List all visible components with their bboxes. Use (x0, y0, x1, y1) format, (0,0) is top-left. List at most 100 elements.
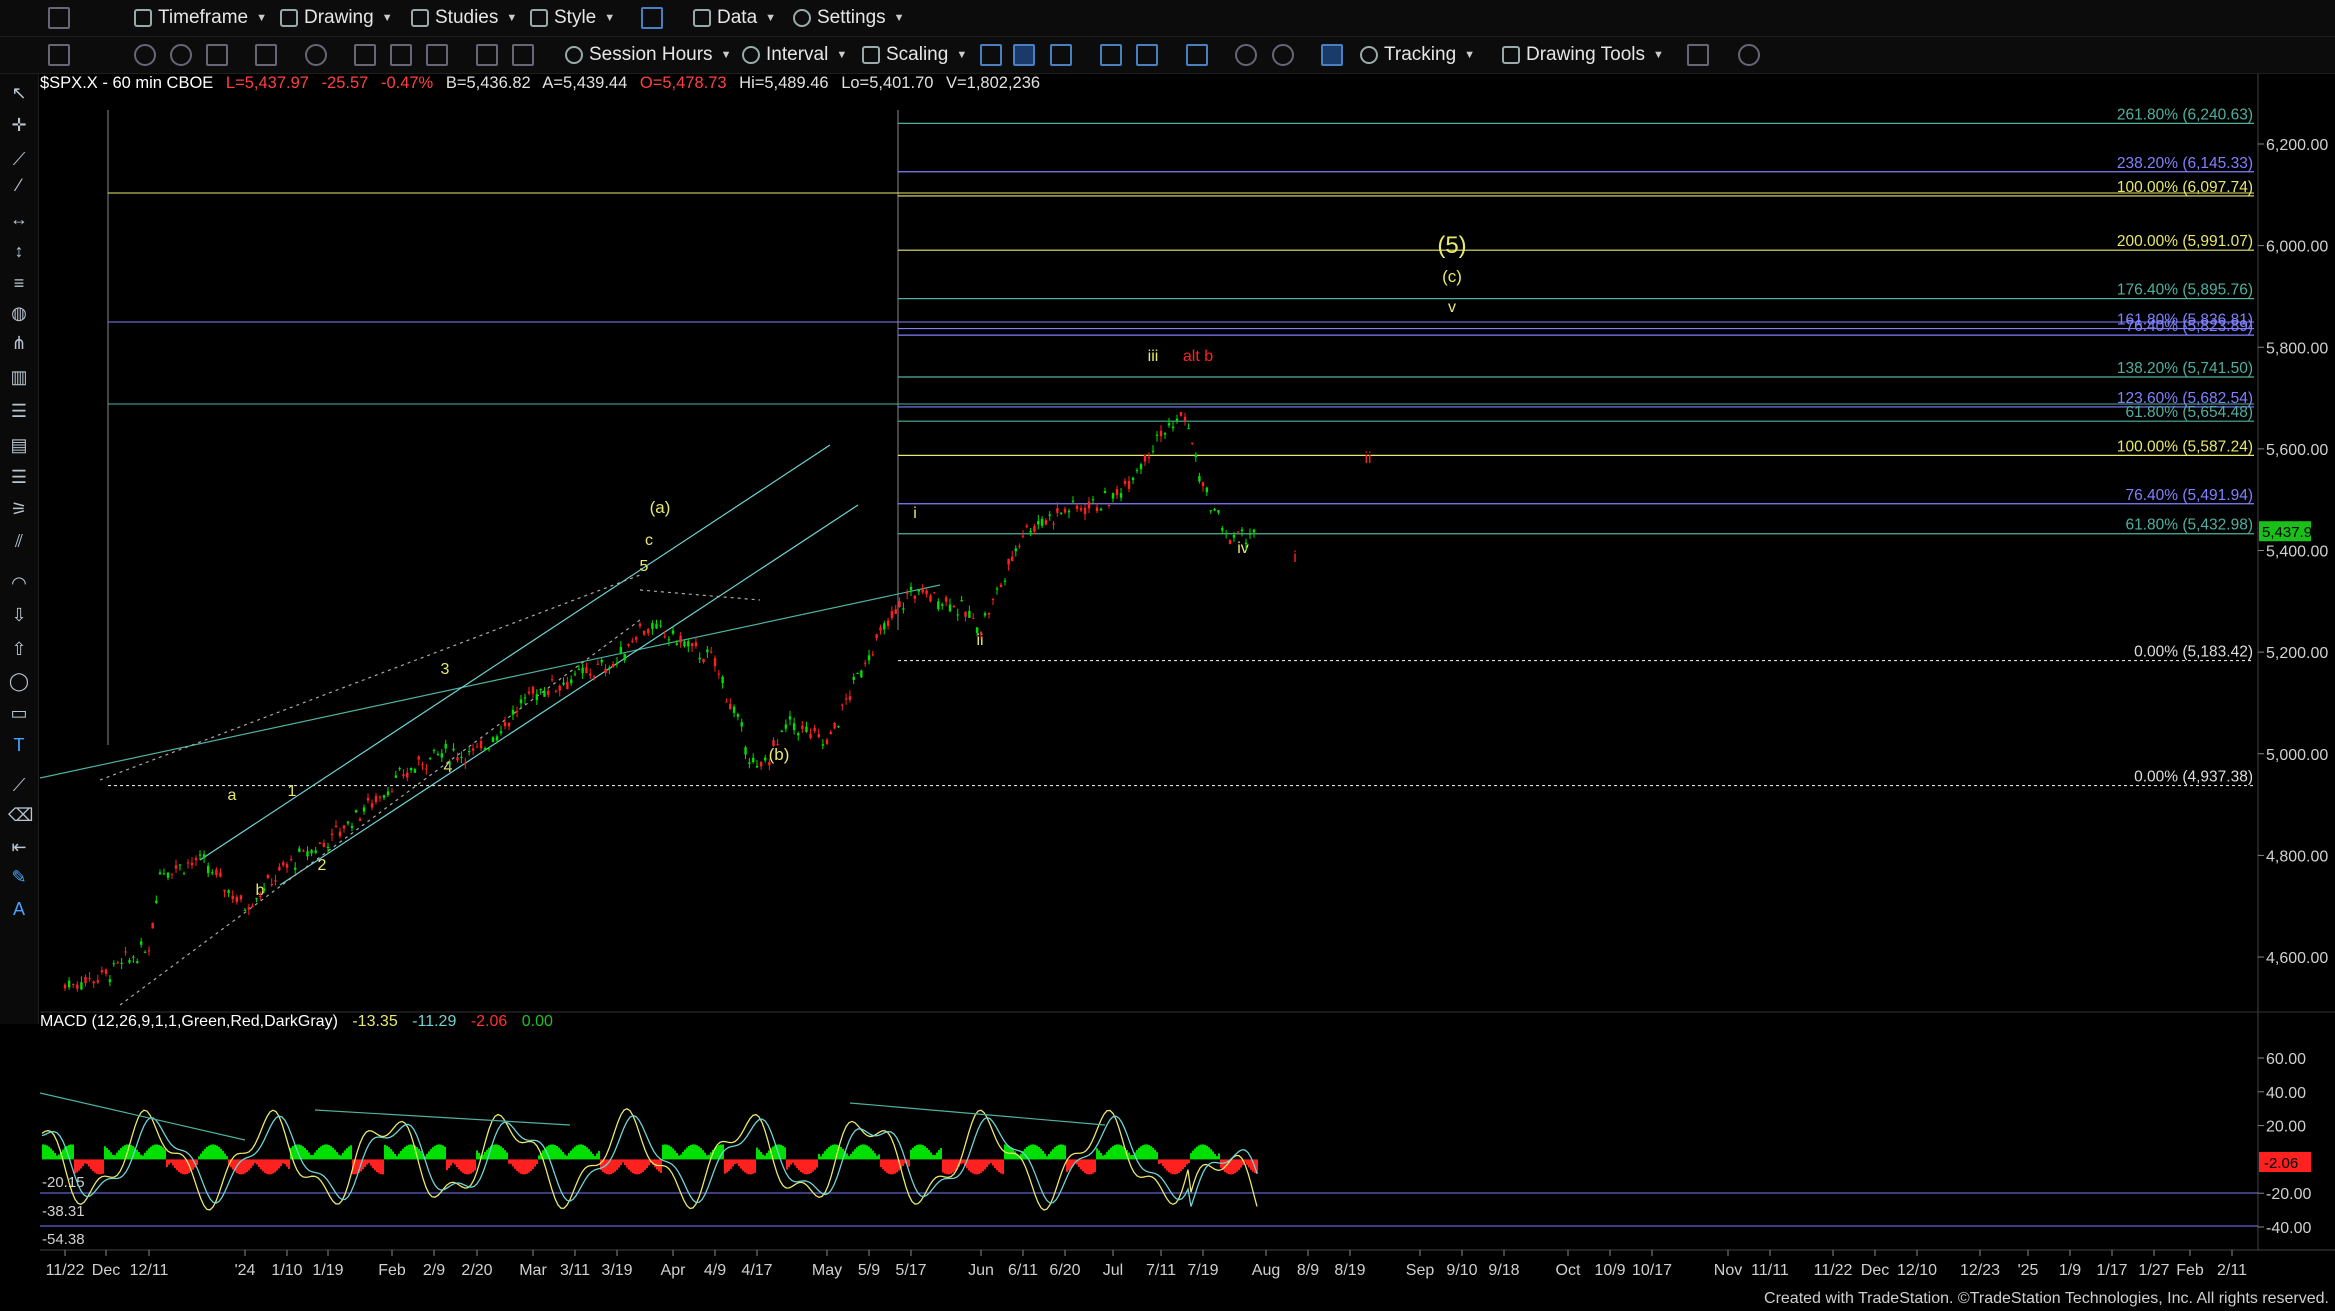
candle-body (550, 679, 554, 681)
macd-histogram-bar (498, 1145, 500, 1160)
macd-histogram-bar (666, 1144, 668, 1160)
macd-histogram-bar (1054, 1147, 1056, 1160)
candle-body (1119, 493, 1123, 498)
candle-body (92, 981, 95, 984)
macd-histogram-bar (1030, 1144, 1032, 1160)
candle-body (687, 641, 690, 647)
macd-histogram-bar (152, 1145, 154, 1160)
macd-histogram-bar (990, 1159, 992, 1163)
macd-histogram-bar (740, 1159, 742, 1169)
macd-histogram-bar (1208, 1147, 1210, 1160)
macd-histogram-bar (260, 1159, 262, 1170)
macd-histogram-bar (886, 1159, 888, 1173)
macd-histogram-bar (1176, 1159, 1178, 1174)
time-tick-label: 6/20 (1049, 1262, 1080, 1279)
macd-histogram-bar (396, 1156, 398, 1160)
macd-histogram-bar (636, 1159, 638, 1175)
candle-body (821, 744, 825, 746)
macd-histogram-bar (784, 1147, 786, 1160)
candle-body (1067, 510, 1071, 513)
macd-histogram-bar (926, 1147, 928, 1160)
candle-body (671, 630, 675, 634)
candle-body (1163, 432, 1167, 435)
macd-histogram-bar (690, 1144, 692, 1160)
macd-histogram-bar (954, 1159, 956, 1172)
candle-body (801, 725, 804, 729)
fib-level-label: 176.40% (5,895.76) (2117, 282, 2253, 299)
macd-histogram-bar (258, 1159, 260, 1167)
macd-histogram-bar (902, 1159, 904, 1167)
candle-body (706, 649, 709, 653)
macd-histogram-bar (1068, 1159, 1070, 1171)
candle-body (124, 951, 127, 953)
macd-histogram-bar (1138, 1147, 1140, 1160)
time-tick-label: Dec (92, 1262, 120, 1279)
time-tick-label: Jun (968, 1262, 994, 1279)
macd-histogram-bar (986, 1159, 988, 1168)
candle-body (76, 984, 79, 989)
macd-histogram-bar (336, 1152, 338, 1160)
candle-body (917, 589, 920, 592)
last-price: L=5,437.97 (225, 74, 309, 92)
macd-histogram-bar (876, 1155, 878, 1160)
candle-body (1103, 490, 1107, 494)
macd-histogram-bar (1122, 1146, 1124, 1160)
macd-histogram-bar (794, 1159, 796, 1166)
candle-body (108, 979, 112, 983)
fib-level-label: 76.40% (5,491.94) (2125, 487, 2253, 504)
macd-histogram-bar (732, 1159, 734, 1167)
macd-histogram-bar (1114, 1144, 1116, 1160)
candle-body (139, 941, 143, 945)
candle-body (270, 884, 273, 886)
macd-histogram-bar (408, 1144, 410, 1160)
candle-body (1205, 487, 1209, 493)
macd-histogram-bar (320, 1146, 322, 1160)
macd-histogram-bar (476, 1150, 478, 1160)
macd-histogram-bar (344, 1150, 346, 1160)
macd-histogram-bar (1120, 1145, 1122, 1160)
macd-histogram-bar (1164, 1159, 1166, 1169)
macd-histogram-bar (630, 1159, 632, 1172)
macd-histogram-bar (674, 1150, 676, 1160)
candle-body (425, 768, 428, 770)
time-tick-label: 3/19 (601, 1262, 632, 1279)
macd-histogram-bar (1192, 1150, 1194, 1160)
candle-body (507, 722, 511, 727)
macd-histogram-bar (816, 1159, 818, 1168)
macd-histogram-bar (116, 1152, 118, 1160)
candle-body (202, 854, 206, 858)
fib-level-label: 0.00% (5,183.42) (2134, 644, 2253, 661)
macd-histogram-bar (822, 1153, 824, 1160)
macd-histogram-bar (952, 1159, 954, 1173)
macd-histogram-bar (220, 1148, 222, 1160)
candle-body (837, 725, 840, 727)
candle-body (464, 762, 467, 764)
price-tick-label: 6,000.00 (2266, 239, 2328, 256)
macd-histogram-bar (112, 1154, 114, 1160)
candle-body (1091, 499, 1095, 501)
candle-body (483, 748, 487, 750)
macd-histogram-bar (550, 1144, 552, 1160)
time-tick-label: 1/10 (271, 1262, 302, 1279)
chart-area[interactable]: 261.80% (6,240.63) 238.20% (6,145.33) 100.… (0, 0, 2335, 1311)
macd-histogram-bar (1230, 1159, 1232, 1175)
macd-histogram-bar (974, 1159, 976, 1175)
macd-histogram-bar (44, 1144, 46, 1160)
macd-histogram-bar (332, 1147, 334, 1160)
macd-histogram-bar (374, 1159, 376, 1171)
candle-body (675, 643, 679, 645)
candle-body (717, 673, 721, 675)
macd-histogram-bar (1056, 1145, 1058, 1160)
candle-body (1083, 507, 1087, 515)
candle-body (1198, 476, 1201, 482)
macd-histogram-bar (662, 1144, 664, 1160)
candle-body (456, 757, 459, 761)
macd-histogram-bar (242, 1159, 244, 1175)
candle-body (1159, 430, 1163, 437)
macd-histogram-bar (92, 1159, 94, 1171)
candle-body (960, 600, 963, 602)
symbol-name[interactable]: $SPX.X - 60 min CBOE (40, 74, 213, 92)
macd-histogram-bar (1150, 1146, 1152, 1160)
macd-label[interactable]: MACD (12,26,9,1,1,Green,Red,DarkGray) (40, 1013, 338, 1030)
time-tick-label: 12/10 (1897, 1262, 1937, 1279)
